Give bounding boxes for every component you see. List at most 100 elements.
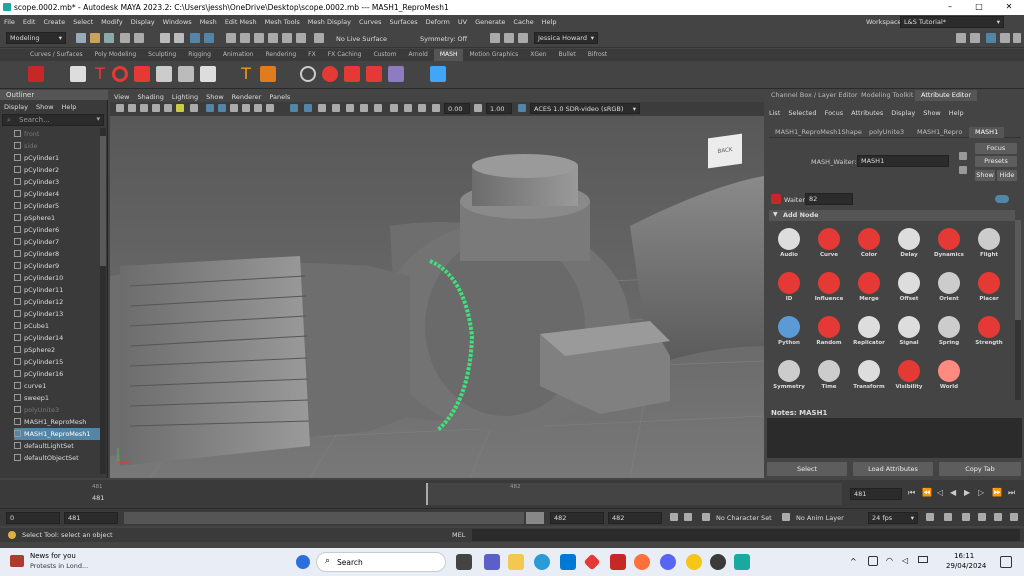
select-by-hierarchy-icon[interactable]: [160, 33, 170, 43]
outliner-item[interactable]: pCylinder11: [14, 284, 63, 296]
mash-trails-icon[interactable]: [300, 66, 316, 82]
ae-menu-display[interactable]: Display: [887, 106, 919, 120]
image-plane-icon[interactable]: [152, 104, 160, 112]
ipr-render-icon[interactable]: [504, 33, 514, 43]
tab-channel-box[interactable]: Channel Box / Layer Editor: [765, 90, 864, 101]
mash-node-visibility-button[interactable]: Visibility: [889, 358, 929, 398]
mcafee-icon[interactable]: [610, 554, 626, 570]
shelf-tab-mash[interactable]: MASH: [433, 49, 464, 61]
app-red-icon[interactable]: [583, 553, 601, 571]
shelf-tab[interactable]: XGen: [524, 49, 552, 61]
outliner-menu-show[interactable]: Show: [32, 100, 58, 114]
wireframe-on-shaded-icon[interactable]: [230, 104, 238, 112]
outliner-item[interactable]: MASH1_ReproMesh1: [14, 428, 100, 440]
app-yellow-icon[interactable]: [686, 554, 702, 570]
copy-tab-button[interactable]: Copy Tab: [939, 462, 1021, 476]
mash-points-icon[interactable]: [366, 66, 382, 82]
step-forward-key-icon[interactable]: ⏩: [992, 488, 1002, 497]
wireframe-icon[interactable]: [206, 104, 214, 112]
gate-mask-icon[interactable]: [404, 104, 412, 112]
redo-icon[interactable]: [134, 33, 144, 43]
mash-node-merge-button[interactable]: Merge: [849, 270, 889, 310]
playback-end-field[interactable]: 482: [550, 512, 604, 524]
modeling-toolkit-icon[interactable]: [956, 33, 966, 43]
select-by-object-icon[interactable]: [174, 33, 184, 43]
ae-scrollbar[interactable]: [1015, 220, 1021, 400]
motion-blur-icon[interactable]: [346, 104, 354, 112]
lock-selection-icon[interactable]: [204, 33, 214, 43]
outliner-item[interactable]: MASH1_ReproMesh: [14, 416, 86, 428]
menu-edit[interactable]: Edit: [19, 15, 40, 29]
undo-icon[interactable]: [120, 33, 130, 43]
maximize-button[interactable]: □: [964, 2, 994, 11]
snap-edge-icon[interactable]: [296, 33, 306, 43]
ae-menu-list[interactable]: List: [765, 106, 784, 120]
outliner-item[interactable]: pCylinder16: [14, 368, 63, 380]
snap-live-icon[interactable]: [282, 33, 292, 43]
snap-grid-icon[interactable]: [226, 33, 236, 43]
mash-node-curve-button[interactable]: Curve: [809, 226, 849, 266]
preferences-icon[interactable]: [994, 513, 1002, 521]
shelf-tab[interactable]: Curves / Surfaces: [24, 49, 89, 61]
isolate-select-icon[interactable]: [290, 104, 298, 112]
shelf-tab[interactable]: Custom: [367, 49, 402, 61]
snap-view-plane-icon[interactable]: [268, 33, 278, 43]
new-scene-icon[interactable]: [76, 33, 86, 43]
step-back-key-icon[interactable]: ⏪: [922, 488, 932, 497]
enable-toggle[interactable]: [995, 195, 1009, 203]
go-to-start-icon[interactable]: ⏮: [908, 488, 915, 498]
tray-app-icon[interactable]: [868, 556, 878, 566]
presets-button[interactable]: Presets: [975, 156, 1017, 167]
mash-scatter-icon[interactable]: [388, 66, 404, 82]
mash-node-time-button[interactable]: Time: [809, 358, 849, 398]
type-tool-icon[interactable]: T: [238, 66, 254, 82]
notification-icon[interactable]: [1000, 556, 1012, 568]
outliner-item[interactable]: pCylinder9: [14, 260, 59, 272]
workspace-dropdown[interactable]: L&S Tutorial* ▾: [900, 16, 1004, 28]
add-node-header[interactable]: Add Node: [769, 210, 1015, 221]
menu-display[interactable]: Display: [127, 15, 159, 29]
menu-mesh-display[interactable]: Mesh Display: [304, 15, 355, 29]
anti-aliasing-icon[interactable]: [360, 104, 368, 112]
outliner-menu-help[interactable]: Help: [58, 100, 81, 114]
menu-windows[interactable]: Windows: [159, 15, 196, 29]
outliner-item[interactable]: pCylinder15: [14, 356, 63, 368]
mash-node-spring-button[interactable]: Spring: [929, 314, 969, 354]
shelf-tab[interactable]: Animation: [217, 49, 260, 61]
notes-field[interactable]: [767, 418, 1022, 458]
viewport-3d[interactable]: BACK: [110, 116, 764, 478]
smooth-shade-icon[interactable]: [218, 104, 226, 112]
hide-button[interactable]: Hide: [997, 170, 1017, 181]
viewcube[interactable]: BACK: [708, 133, 742, 169]
shelf-tab[interactable]: Sculpting: [142, 49, 182, 61]
animation-end-field[interactable]: 482: [608, 512, 662, 524]
mash-flight-icon[interactable]: [134, 66, 150, 82]
windows-start-icon[interactable]: [296, 555, 310, 569]
safe-action-icon[interactable]: [418, 104, 426, 112]
mash-dynamics-icon[interactable]: [322, 66, 338, 82]
outliner-item[interactable]: defaultLightSet: [14, 440, 74, 452]
show-button[interactable]: Show: [975, 170, 995, 181]
camera-select-icon[interactable]: [116, 104, 124, 112]
playhead[interactable]: [426, 483, 428, 505]
waiter-count-field[interactable]: 82: [805, 193, 853, 205]
shelf-tab[interactable]: Poly Modeling: [89, 49, 143, 61]
2d-pan-zoom-icon[interactable]: [164, 104, 172, 112]
tab-attribute-editor[interactable]: Attribute Editor: [915, 90, 978, 101]
task-view-icon[interactable]: [456, 554, 472, 570]
news-widget-icon[interactable]: [10, 555, 24, 567]
node-tab[interactable]: polyUnite3: [863, 127, 910, 138]
input-icon[interactable]: [959, 152, 967, 160]
current-frame-field[interactable]: 481: [850, 488, 902, 500]
shelf-tab[interactable]: Rendering: [260, 49, 303, 61]
close-button[interactable]: ✕: [994, 2, 1024, 11]
tool-settings-icon[interactable]: [1000, 33, 1010, 43]
volume-icon[interactable]: ◁: [902, 556, 908, 565]
maya-taskbar-icon[interactable]: [734, 554, 750, 570]
firefox-icon[interactable]: [634, 554, 650, 570]
app-dark-icon[interactable]: [710, 554, 726, 570]
go-to-end-icon[interactable]: ⏭: [1008, 488, 1015, 498]
anim-prefs-icon[interactable]: [684, 513, 692, 521]
save-scene-icon[interactable]: [104, 33, 114, 43]
xray-joints-icon[interactable]: [318, 104, 326, 112]
